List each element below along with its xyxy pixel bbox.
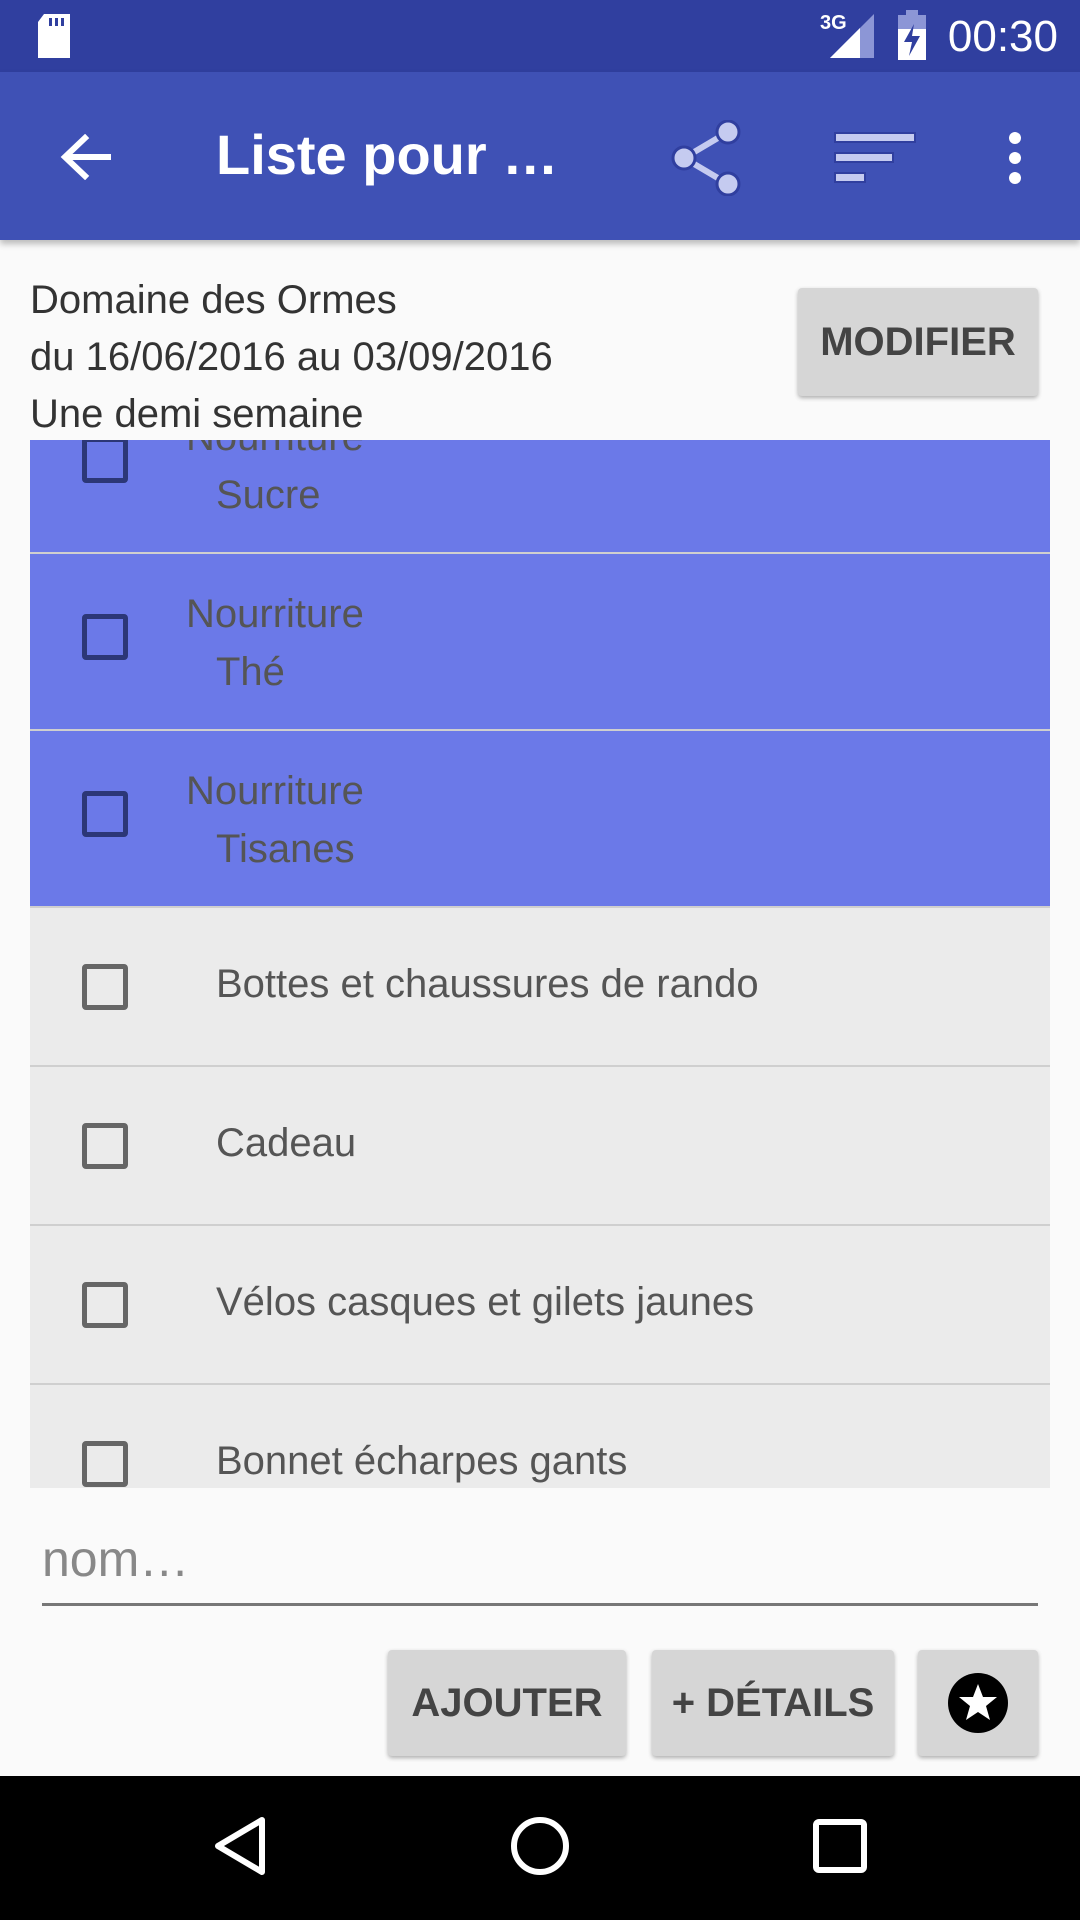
item-checkbox[interactable] xyxy=(82,1123,128,1169)
item-checkbox[interactable] xyxy=(82,440,128,483)
star-circle-icon xyxy=(948,1673,1008,1733)
trip-info: Domaine des Ormes du 16/06/2016 au 03/09… xyxy=(30,272,553,443)
more-vert-icon xyxy=(1009,132,1021,184)
share-button[interactable] xyxy=(656,108,756,208)
page-title: Liste pour D… xyxy=(216,123,586,186)
item-checkbox[interactable] xyxy=(82,614,128,660)
more-options-button[interactable] xyxy=(980,108,1050,208)
nav-back-button[interactable] xyxy=(190,1796,290,1896)
trip-dates: du 16/06/2016 au 03/09/2016 xyxy=(30,335,553,379)
favorites-button[interactable] xyxy=(918,1650,1038,1756)
item-category: Nourriture xyxy=(186,592,364,636)
item-name-input[interactable]: nom… xyxy=(42,1508,1038,1606)
status-bar: 3G 00:30 xyxy=(0,0,1080,72)
item-category: Nourriture xyxy=(186,769,364,813)
item-list[interactable]: Nourriture Sucre Nourriture Thé Nourriture Ti… xyxy=(30,440,1050,1488)
list-item[interactable]: Vélos casques et gilets jaunes xyxy=(30,1226,1050,1385)
clock: 00:30 xyxy=(947,12,1058,61)
item-name: Thé xyxy=(216,650,285,694)
sort-icon xyxy=(834,132,916,183)
sort-button[interactable] xyxy=(826,108,926,208)
arrow-back-icon xyxy=(60,134,111,180)
item-name: Bonnet écharpes gants xyxy=(216,1439,628,1483)
square-recents-icon xyxy=(813,1819,867,1873)
item-checkbox[interactable] xyxy=(82,964,128,1010)
item-checkbox[interactable] xyxy=(82,1282,128,1328)
triangle-back-icon xyxy=(215,1817,265,1875)
item-name: Sucre xyxy=(216,473,321,517)
list-item[interactable]: Bonnet écharpes gants xyxy=(30,1385,1050,1488)
battery-charging-icon xyxy=(898,10,926,60)
item-checkbox[interactable] xyxy=(82,1441,128,1487)
circle-home-icon xyxy=(511,1817,569,1875)
back-button[interactable] xyxy=(40,112,130,202)
nav-home-button[interactable] xyxy=(490,1796,590,1896)
trip-place: Domaine des Ormes xyxy=(30,278,397,322)
add-button[interactable]: AJOUTER xyxy=(388,1650,626,1756)
item-checkbox[interactable] xyxy=(82,791,128,837)
item-category: Nourriture xyxy=(186,440,364,460)
item-list-content: Nourriture Sucre Nourriture Thé Nourriture Ti… xyxy=(30,440,1050,1488)
item-name: Cadeau xyxy=(216,1121,357,1165)
modify-button[interactable]: MODIFIER xyxy=(798,288,1038,396)
details-button[interactable]: + DÉTAILS xyxy=(652,1650,894,1756)
share-icon xyxy=(671,120,741,196)
list-item[interactable]: Nourriture Sucre xyxy=(30,440,1050,554)
trip-duration: Une demi semaine xyxy=(30,392,364,436)
item-name: Bottes et chaussures de rando xyxy=(216,962,759,1006)
list-item[interactable]: Nourriture Thé xyxy=(30,554,1050,731)
item-name: Vélos casques et gilets jaunes xyxy=(216,1280,755,1324)
list-item[interactable]: Nourriture Tisanes xyxy=(30,731,1050,908)
list-item[interactable]: Bottes et chaussures de rando xyxy=(30,908,1050,1067)
app-toolbar: Liste pour D… xyxy=(0,72,1080,240)
signal-icon xyxy=(830,14,874,58)
nav-recents-button[interactable] xyxy=(790,1796,890,1896)
sd-card-icon xyxy=(38,14,70,58)
list-item[interactable]: Cadeau xyxy=(30,1067,1050,1226)
navigation-bar xyxy=(0,1776,1080,1920)
item-name: Tisanes xyxy=(216,827,355,871)
